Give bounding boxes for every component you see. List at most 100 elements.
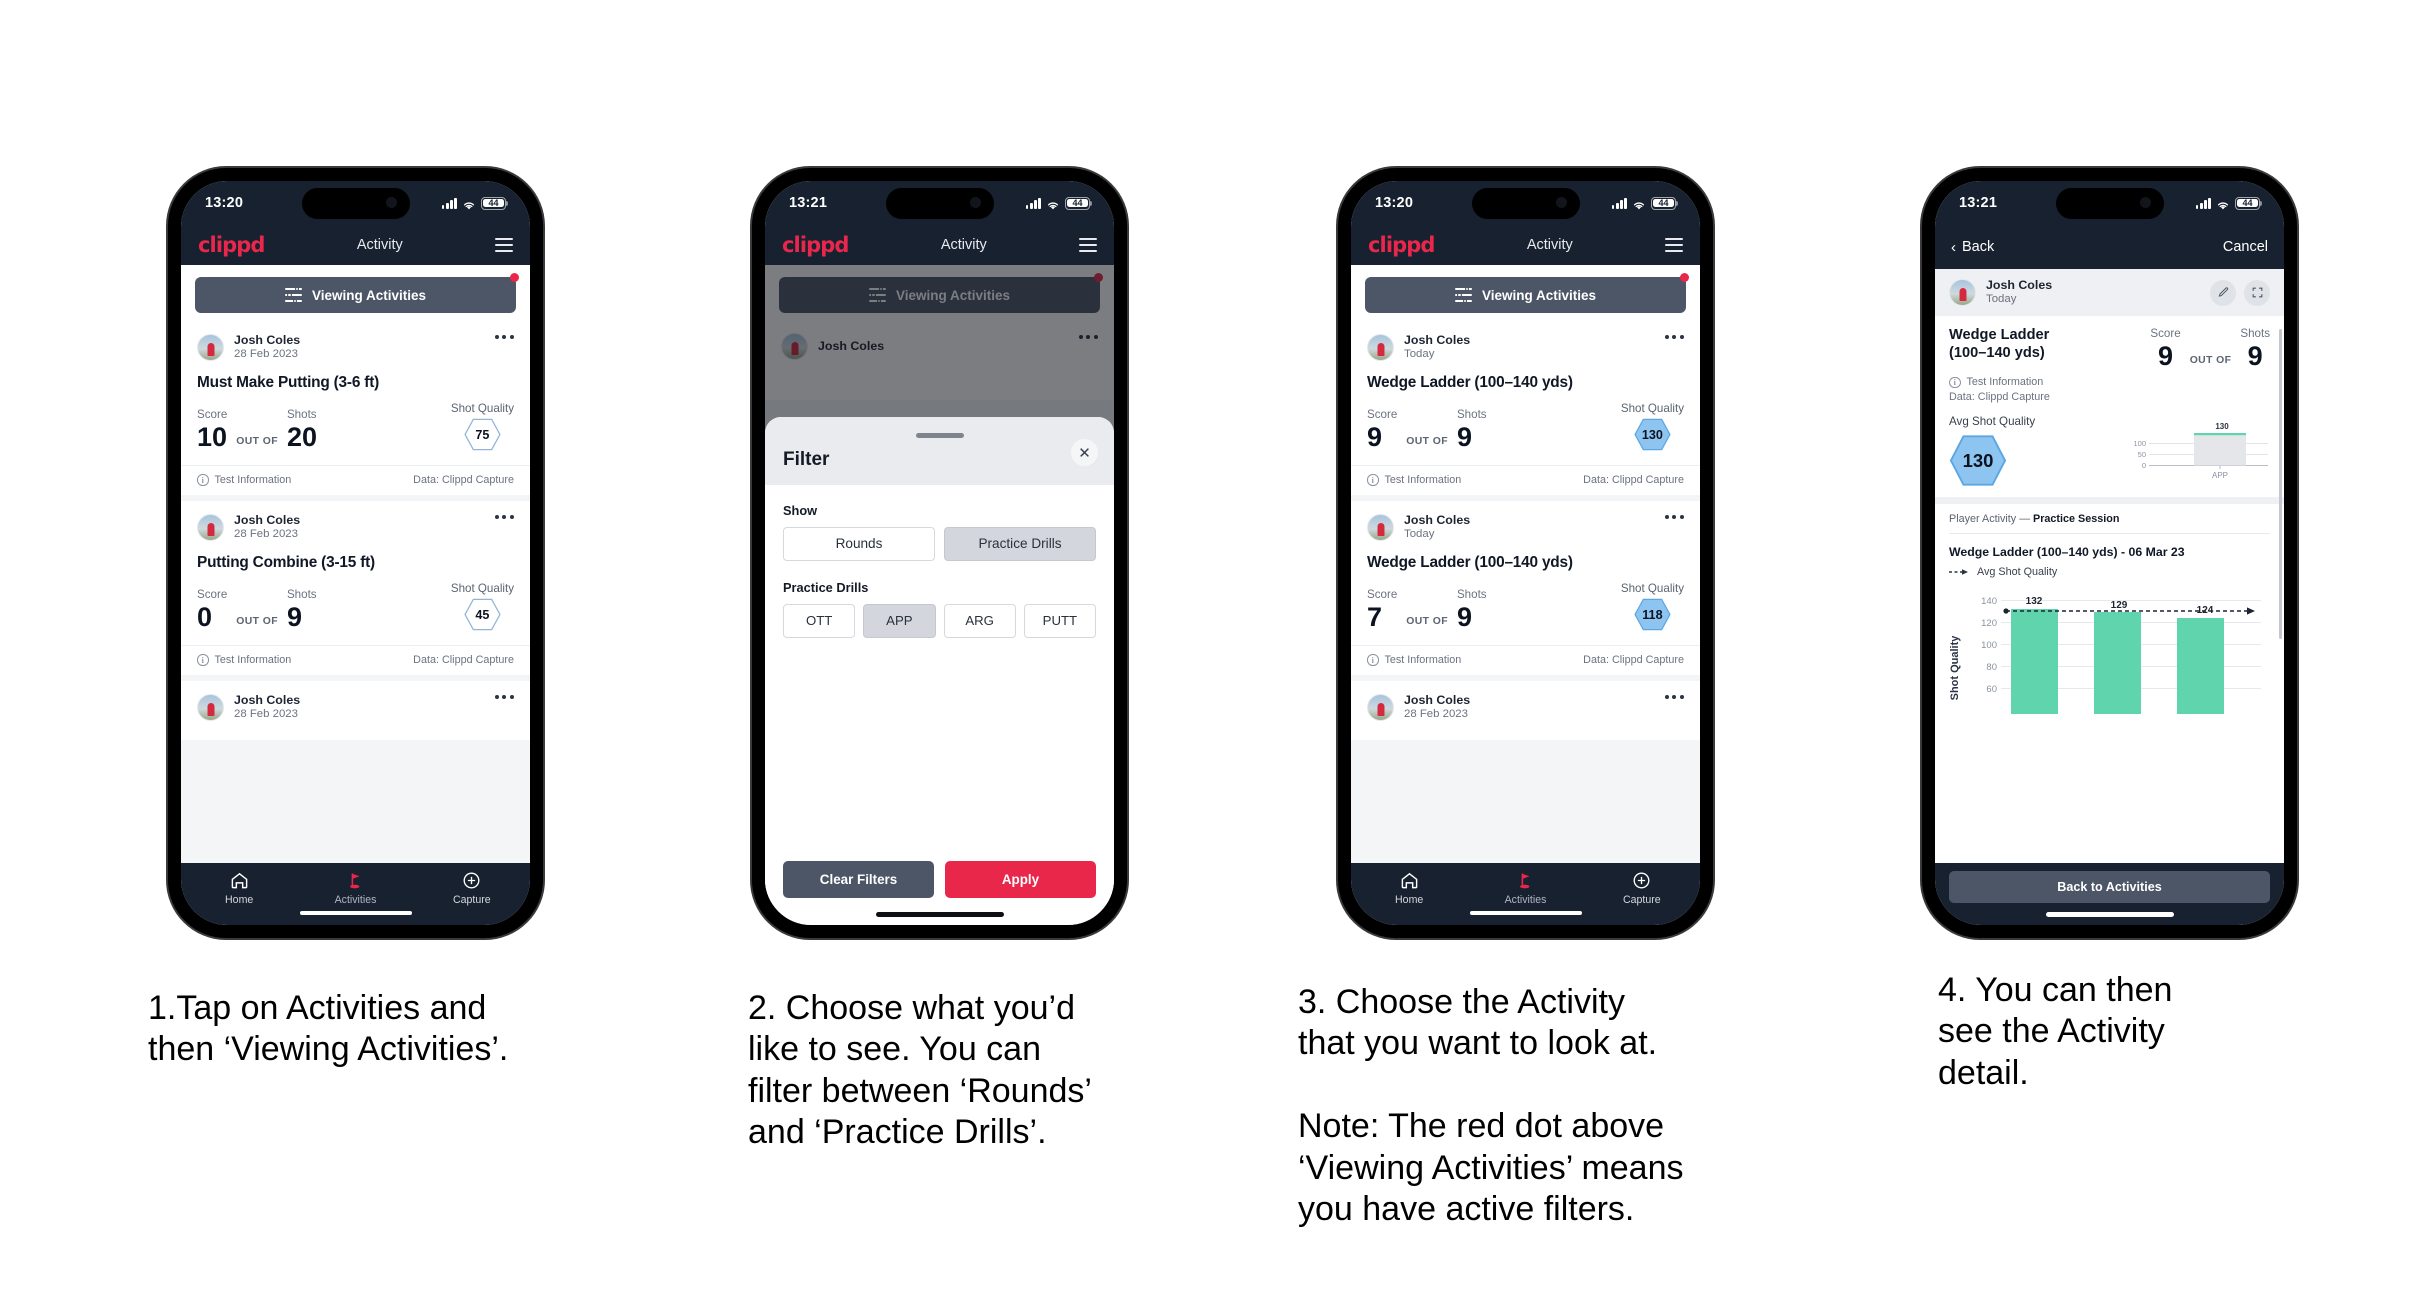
menu-icon[interactable]: [495, 238, 513, 252]
back-button[interactable]: ‹ Back: [1951, 239, 1994, 255]
info-icon: i: [197, 474, 209, 486]
activity-card[interactable]: Josh Coles Today Wedge Ladder (100–140 y…: [1351, 321, 1700, 496]
wifi-icon: [2216, 198, 2230, 209]
back-to-activities-wrap: Back to Activities: [1935, 863, 2284, 925]
shots-value: 20: [286, 421, 317, 452]
nav-activities[interactable]: Activities: [297, 871, 413, 906]
menu-icon[interactable]: [1665, 238, 1683, 252]
filter-option-practice-drills[interactable]: Practice Drills: [944, 526, 1096, 561]
status-icons: 44: [1025, 196, 1093, 210]
active-filters-dot: [1680, 273, 1689, 282]
svg-text:APP: APP: [2212, 471, 2228, 480]
filter-option-putt[interactable]: PUTT: [1023, 603, 1096, 638]
battery-icon: 44: [1065, 196, 1093, 210]
card-overflow-menu-icon[interactable]: [494, 695, 514, 700]
clippd-logo[interactable]: clippd: [1368, 233, 1435, 257]
phone-4-screen: 13:21 44 ‹ Back Cancel Josh Coles Today …: [1935, 181, 2284, 925]
wifi-icon: [1046, 198, 1060, 209]
detail-actions: [2210, 279, 2270, 306]
nav-home[interactable]: Home: [181, 871, 297, 906]
card-overflow-menu-icon[interactable]: [494, 515, 514, 520]
caption-2: 2. Choose what you’d like to see. You ca…: [748, 989, 1092, 1152]
user-name: Josh Coles: [1986, 278, 2053, 292]
avg-line-legend-icon: [1949, 569, 1968, 576]
shot-quality-chart-card: Wedge Ladder (100–140 yds) - 06 Mar 23 A…: [1935, 534, 2284, 720]
out-of-label: OUT OF: [236, 616, 278, 628]
activity-card[interactable]: Josh Coles Today Wedge Ladder (100–140 y…: [1351, 501, 1700, 676]
clear-filters-button[interactable]: Clear Filters: [783, 861, 934, 899]
filter-option-app[interactable]: APP: [863, 603, 936, 638]
activity-date: Today: [1404, 348, 1435, 361]
user-name: Josh Coles: [1404, 693, 1471, 708]
activity-title: Wedge Ladder (100–140 yds): [1367, 374, 1573, 392]
viewing-activities-button[interactable]: Viewing Activities: [195, 277, 516, 313]
detail-score-group: Score 9 OUT OF Shots 9: [2150, 327, 2270, 370]
viewing-activities-button[interactable]: Viewing Activities: [1365, 277, 1686, 313]
avatar: [1367, 694, 1394, 722]
info-icon: i: [1367, 654, 1379, 666]
filter-sliders-icon: [1454, 286, 1472, 303]
nav-home[interactable]: Home: [1351, 871, 1467, 906]
activity-date: 28 Feb 2023: [234, 528, 298, 541]
activity-card[interactable]: Josh Coles 28 Feb 2023: [1351, 681, 1700, 741]
card-overflow-menu-icon[interactable]: [494, 335, 514, 340]
card-header: Josh Coles 28 Feb 2023: [181, 501, 530, 542]
avatar: [197, 514, 224, 542]
test-information-label: Test Information: [1966, 376, 2044, 389]
activity-card[interactable]: Josh Coles 28 Feb 2023: [181, 681, 530, 741]
avatar: [1949, 279, 1976, 307]
score-label: Score: [2150, 327, 2181, 341]
app-bar: clippd Activity: [765, 225, 1114, 265]
activity-card[interactable]: Josh Coles 28 Feb 2023 Must Make Putting…: [181, 321, 530, 496]
cellular-signal-icon: [1025, 197, 1041, 209]
filter-option-ott[interactable]: OTT: [783, 603, 856, 638]
filter-option-arg[interactable]: ARG: [943, 603, 1016, 638]
apply-button[interactable]: Apply: [945, 861, 1096, 899]
activity-card[interactable]: Josh Coles 28 Feb 2023 Putting Combine (…: [181, 501, 530, 676]
activity-title: Putting Combine (3-15 ft): [197, 554, 375, 572]
card-overflow-menu-icon[interactable]: [1664, 335, 1684, 340]
home-indicator: [875, 912, 1004, 917]
home-indicator: [1469, 911, 1582, 915]
test-information[interactable]: i Test Information: [1367, 474, 1461, 486]
page-title: Activity: [1526, 237, 1573, 253]
player-activity-line: Player Activity — Practice Session: [1935, 504, 2284, 526]
menu-icon[interactable]: [1079, 238, 1097, 252]
close-icon[interactable]: ✕: [1071, 439, 1098, 466]
activity-date: 28 Feb 2023: [1404, 708, 1468, 721]
pencil-icon[interactable]: [2210, 279, 2236, 306]
shots-value: 9: [1456, 421, 1472, 452]
filter-title: Filter: [783, 448, 830, 470]
battery-icon: 44: [2235, 196, 2263, 210]
filter-option-rounds[interactable]: Rounds: [783, 526, 935, 561]
vertical-scrollbar[interactable]: [2279, 329, 2282, 639]
nav-activities[interactable]: Activities: [1467, 871, 1583, 906]
shot-quality-bar-chart: Shot Quality 140 120 100 80 60 132 129 1…: [1949, 582, 2270, 719]
nav-capture[interactable]: Capture: [414, 871, 530, 906]
detail-nav-bar: ‹ Back Cancel: [1935, 225, 2284, 269]
test-information[interactable]: i Test Information: [1367, 654, 1461, 666]
card-overflow-menu-icon[interactable]: [1664, 695, 1684, 700]
nav-home-label: Home: [1395, 894, 1424, 906]
test-information[interactable]: i Test Information: [197, 654, 291, 666]
shot-quality-hexagon: 118: [1634, 598, 1671, 631]
clippd-logo[interactable]: clippd: [782, 233, 849, 257]
nav-capture[interactable]: Capture: [1584, 871, 1700, 906]
cancel-button[interactable]: Cancel: [2223, 239, 2268, 255]
shot-quality-value: 45: [475, 607, 490, 622]
detail-test-information[interactable]: i Test Information: [1949, 376, 2270, 388]
score-value: 9: [1367, 421, 1383, 452]
show-group-label: Show: [783, 502, 818, 518]
sheet-grabber[interactable]: [915, 433, 964, 438]
fullscreen-icon[interactable]: [2244, 279, 2270, 306]
status-icons: 44: [2195, 196, 2263, 210]
clippd-logo[interactable]: clippd: [198, 233, 265, 257]
test-information[interactable]: i Test Information: [197, 474, 291, 486]
shot-quality-label: Shot Quality: [1620, 582, 1684, 596]
activity-title: Wedge Ladder (100–140 yds): [1367, 554, 1573, 572]
card-overflow-menu-icon[interactable]: [1664, 515, 1684, 520]
shots-label: Shots: [286, 587, 317, 601]
info-icon: i: [197, 654, 209, 666]
score-stat: Score 10: [197, 408, 227, 451]
back-to-activities-button[interactable]: Back to Activities: [1949, 871, 2270, 904]
